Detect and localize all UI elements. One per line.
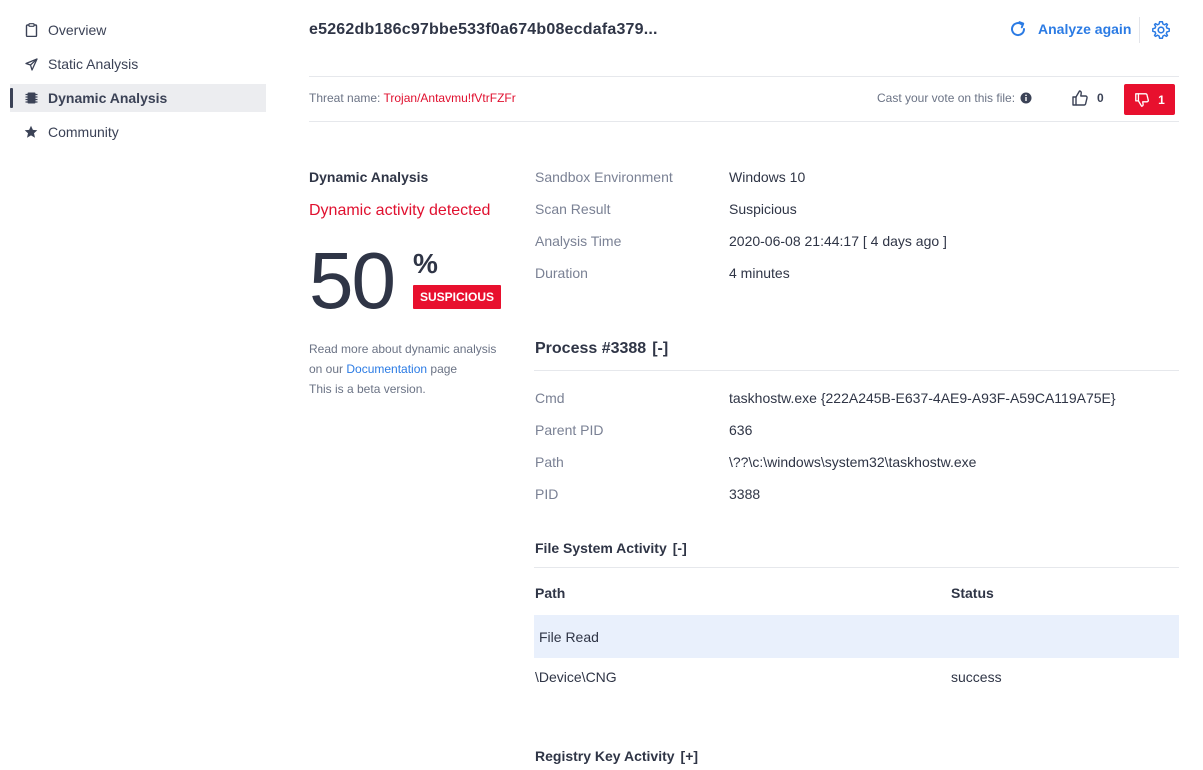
table-cell-path: \Device\CNG	[535, 669, 617, 685]
group-label: File Read	[539, 628, 599, 645]
duration-value: 4 minutes	[729, 265, 790, 281]
dynamic-status-text: Dynamic activity detected	[309, 202, 491, 219]
table-cell-status: success	[951, 669, 1002, 685]
divider	[534, 567, 1179, 568]
vote-up-button[interactable]: 0	[1071, 89, 1104, 107]
scan-result-label: Scan Result	[535, 201, 611, 217]
path-value: \??\c:\windows\system32\taskhostw.exe	[729, 454, 977, 470]
sidebar-item-static-analysis[interactable]: Static Analysis	[10, 50, 266, 78]
percent-sign: %	[413, 248, 438, 279]
read-more-suffix: page	[427, 362, 458, 376]
vote-down-button[interactable]: 1	[1124, 84, 1175, 115]
vote-label: Cast your vote on this file:	[877, 91, 1016, 105]
beta-note: This is a beta version.	[309, 382, 426, 396]
cmd-value: taskhostw.exe {222A245B-E637-4AE9-A93F-A…	[729, 390, 1116, 406]
sidebar-item-community[interactable]: Community	[10, 118, 266, 146]
sidebar-item-label: Overview	[48, 22, 107, 38]
process-collapse-toggle[interactable]: [-]	[652, 340, 668, 357]
process-title: Process #3388 [-]	[535, 340, 668, 358]
header-divider	[1139, 17, 1140, 43]
duration-label: Duration	[535, 265, 588, 281]
path-label: Path	[535, 454, 564, 470]
sandbox-value: Windows 10	[729, 169, 806, 185]
sandbox-label: Sandbox Environment	[535, 169, 673, 185]
sidebar: Overview Static Analysis Dynamic Analysi…	[0, 0, 270, 770]
table-group-row: File Read	[534, 615, 1179, 658]
read-more-line-1: Read more about dynamic analysis	[309, 342, 497, 356]
read-more-prefix: on our	[309, 362, 347, 376]
sidebar-item-overview[interactable]: Overview	[10, 16, 266, 44]
info-icon[interactable]	[1020, 92, 1032, 104]
analysis-time-label: Analysis Time	[535, 233, 622, 249]
fs-activity-title-text: File System Activity	[535, 540, 667, 556]
column-header-path: Path	[535, 585, 566, 601]
dynamic-analysis-title: Dynamic Analysis	[309, 169, 429, 185]
scan-result-value: Suspicious	[729, 201, 797, 217]
registry-title-text: Registry Key Activity	[535, 748, 675, 764]
parent-pid-label: Parent PID	[535, 422, 604, 438]
registry-expand-toggle[interactable]: [+]	[681, 748, 699, 764]
gear-icon[interactable]	[1151, 20, 1171, 40]
file-hash-title: e5262db186c97bbe533f0a674b08ecdafa379...	[309, 21, 658, 38]
vote-prompt: Cast your vote on this file:	[877, 91, 1032, 105]
read-more-text: Read more about dynamic analysis on our …	[309, 339, 519, 399]
chip-icon	[24, 91, 38, 105]
sidebar-item-label: Dynamic Analysis	[48, 90, 168, 106]
pid-value: 3388	[729, 486, 761, 502]
sidebar-item-label: Static Analysis	[48, 56, 139, 72]
sidebar-item-label: Community	[48, 124, 119, 140]
parent-pid-value: 636	[729, 422, 753, 438]
sidebar-item-dynamic-analysis[interactable]: Dynamic Analysis	[10, 84, 266, 112]
refresh-icon	[1011, 21, 1026, 37]
status-badge: SUSPICIOUS	[413, 285, 501, 309]
analyze-again-button[interactable]: Analyze again	[1008, 19, 1131, 39]
registry-activity-title: Registry Key Activity [+]	[535, 748, 698, 764]
thumbs-down-icon	[1135, 92, 1150, 107]
threat-label: Threat name:	[309, 91, 381, 105]
threat-value: Trojan/Antavmu!fVtrFZFr	[383, 91, 516, 105]
score-value: 50	[309, 236, 396, 325]
column-header-status: Status	[951, 585, 994, 601]
thumbs-up-icon	[1072, 90, 1088, 106]
fs-activity-collapse-toggle[interactable]: [-]	[673, 540, 687, 556]
cmd-label: Cmd	[535, 390, 565, 406]
star-icon	[24, 125, 38, 139]
pid-label: PID	[535, 486, 559, 502]
threat-name: Threat name: Trojan/Antavmu!fVtrFZFr	[309, 91, 516, 105]
read-more-line-2: on our Documentation page	[309, 359, 519, 379]
process-title-text: Process #3388	[535, 340, 647, 357]
divider	[534, 370, 1179, 371]
vote-up-count: 0	[1097, 91, 1104, 105]
documentation-link[interactable]: Documentation	[346, 362, 427, 376]
analyze-again-label: Analyze again	[1038, 21, 1132, 37]
analysis-time-value: 2020-06-08 21:44:17 [ 4 days ago ]	[729, 233, 947, 249]
divider	[309, 76, 1179, 77]
fs-activity-title: File System Activity [-]	[535, 540, 687, 556]
vote-down-count: 1	[1158, 92, 1165, 107]
clipboard-icon	[24, 23, 38, 37]
divider	[309, 121, 1179, 122]
paper-plane-icon	[24, 57, 38, 71]
